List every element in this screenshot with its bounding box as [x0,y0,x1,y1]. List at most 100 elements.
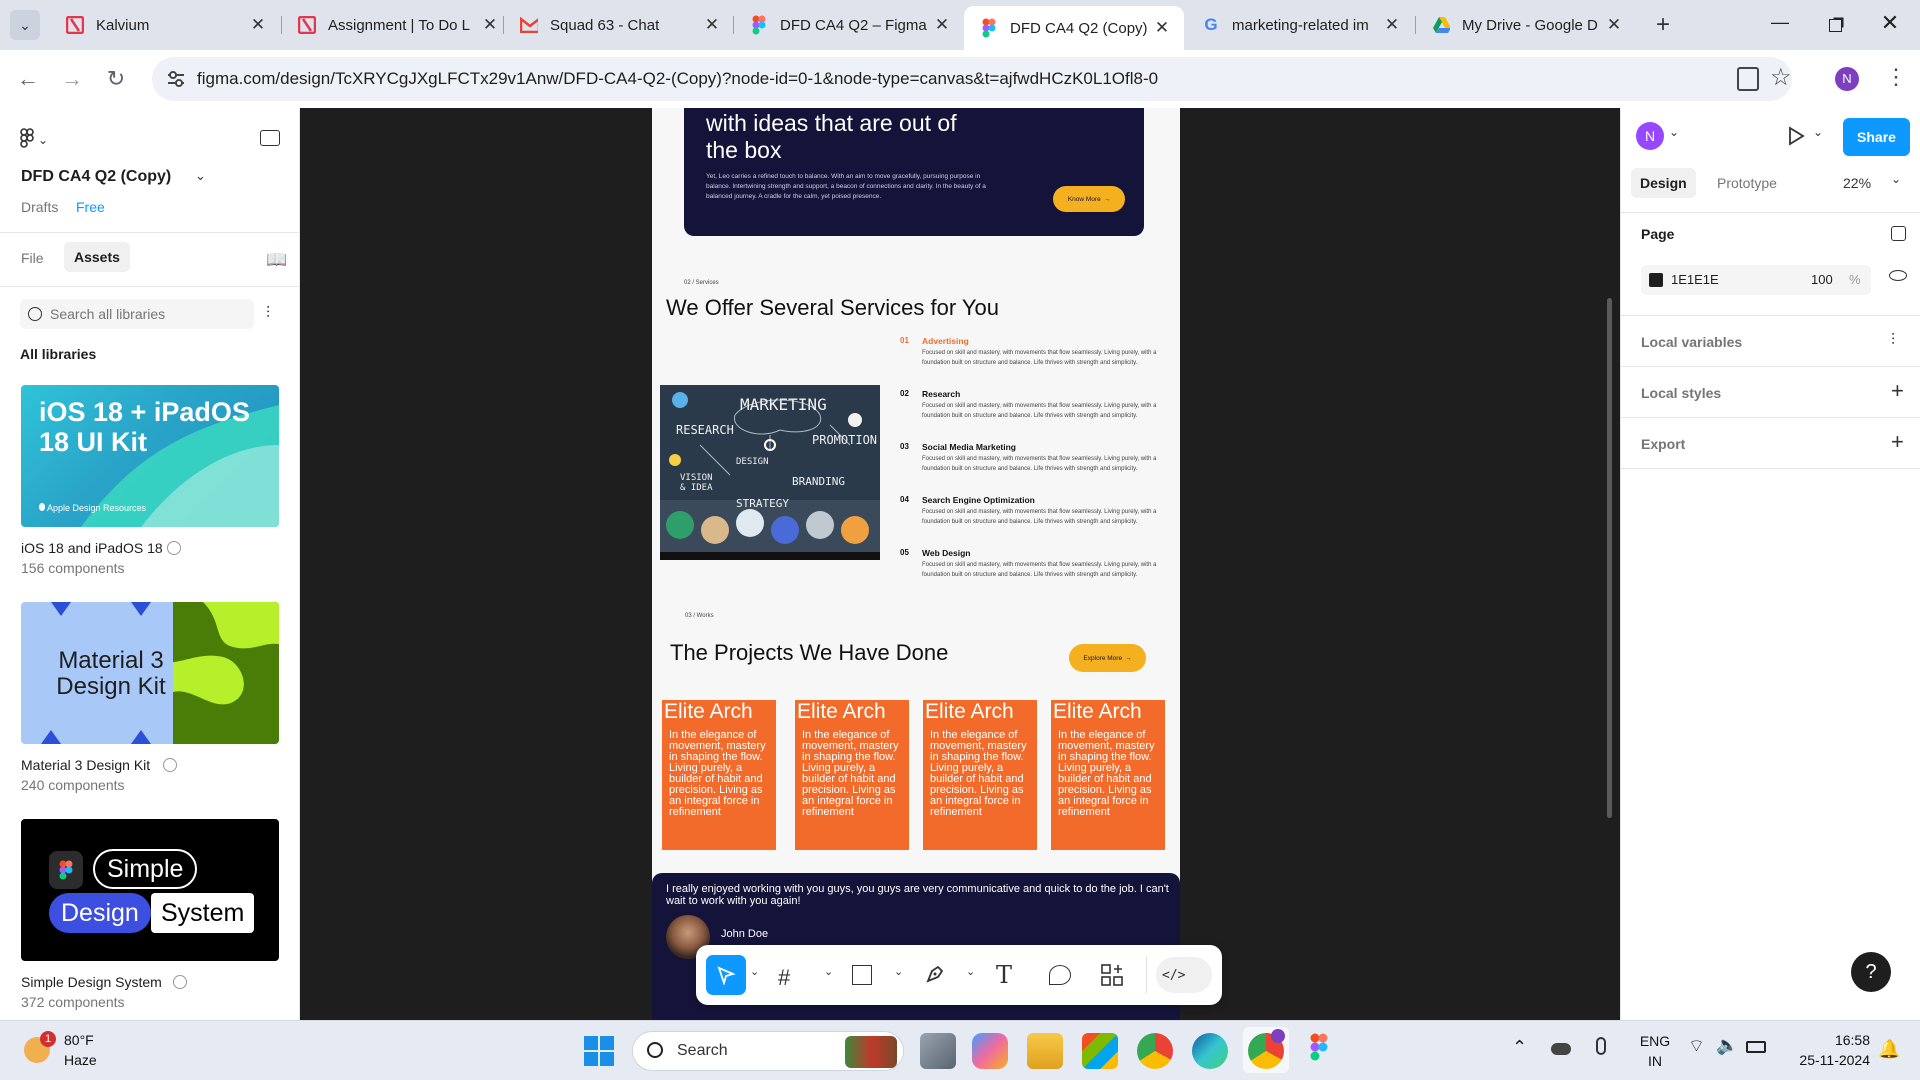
library-book-icon[interactable]: 📖 [266,250,287,270]
actions-tool-button[interactable] [1100,963,1124,992]
share-button[interactable]: Share [1843,118,1910,156]
close-icon[interactable]: ✕ [246,15,270,35]
frame-tool-button[interactable]: # [778,965,790,991]
browser-tab[interactable]: Kalvium ✕ [50,8,280,42]
design-frame[interactable]: with ideas that are out of the box Yet, … [652,108,1180,1020]
close-icon[interactable]: ✕ [1602,15,1626,35]
user-avatar[interactable]: N [1636,122,1664,150]
library-name[interactable]: iOS 18 and iPadOS 18 [21,540,163,556]
onedrive-icon[interactable] [1551,1043,1571,1055]
chrome-icon[interactable] [1137,1033,1173,1069]
export-row[interactable]: Export [1641,436,1685,452]
browser-tab[interactable]: Squad 63 - Chat ✕ [504,8,734,42]
close-window-button[interactable]: ✕ [1870,10,1910,38]
plus-icon[interactable]: + [1891,429,1904,455]
plan-badge[interactable]: Free [76,199,105,215]
figma-taskbar-icon[interactable] [1310,1033,1328,1066]
help-button[interactable]: ? [1851,952,1891,992]
browser-tab-active[interactable]: DFD CA4 Q2 (Copy) - ✕ [964,6,1184,50]
explore-more-button[interactable]: Explore More → [1069,644,1146,672]
edge-icon[interactable] [1192,1033,1228,1069]
know-more-button[interactable]: Know More → [1053,186,1125,212]
tab-search-button[interactable]: ⌄ [10,10,40,40]
file-explorer-icon[interactable] [1027,1033,1063,1069]
tab-assets[interactable]: Assets [64,242,130,272]
forward-button[interactable]: → [56,63,88,95]
weather-widget[interactable]: 1 80°F Haze [20,1029,140,1073]
canvas-scrollbar[interactable] [1607,298,1612,818]
task-view-icon[interactable] [920,1033,956,1069]
browser-menu-icon[interactable]: ⋮ [1885,64,1907,90]
move-tool-button[interactable] [706,955,746,995]
close-icon[interactable]: ✕ [1380,15,1404,35]
dev-mode-toggle[interactable]: </> [1156,957,1212,993]
file-name[interactable]: DFD CA4 Q2 (Copy) [21,168,171,186]
hero-card[interactable]: with ideas that are out of the box Yet, … [684,108,1144,236]
back-button[interactable]: ← [12,63,44,95]
text-tool-button[interactable]: T [996,961,1012,989]
restore-button[interactable] [1815,12,1855,38]
page-color-value[interactable]: 1E1E1E [1671,272,1719,287]
library-search[interactable] [20,299,254,329]
sidebar-toggle-icon[interactable] [260,130,280,146]
library-search-input[interactable] [50,306,240,322]
chevron-down-icon[interactable]: ⌄ [750,965,759,978]
chevron-down-icon[interactable]: ⌄ [1813,125,1823,139]
chrome-active-icon[interactable] [1243,1027,1289,1073]
microphone-icon[interactable] [1596,1037,1606,1055]
clock[interactable]: 16:58 25-11-2024 [1790,1030,1870,1070]
color-swatch[interactable] [1649,273,1663,287]
main-menu-button[interactable]: ⌄ [20,127,60,152]
local-styles-row[interactable]: Local styles [1641,385,1721,401]
copilot-icon[interactable] [972,1033,1008,1069]
visibility-eye-icon[interactable] [1889,270,1907,281]
library-thumbnail-simple[interactable]: Simple Design System [21,819,279,961]
microsoft-store-icon[interactable] [1082,1033,1118,1069]
project-card[interactable]: Elite Arch In the elegance of movement, m… [1051,700,1165,850]
chevron-down-icon[interactable]: ⌄ [894,965,903,978]
plus-icon[interactable]: + [1891,378,1904,404]
browser-tab[interactable]: Assignment | To Do L ✕ [282,8,512,42]
filter-icon[interactable]: ⫶ [266,305,270,323]
bookmark-star-icon[interactable]: ☆ [1770,63,1792,92]
start-button[interactable] [584,1036,614,1066]
file-location[interactable]: Drafts [21,199,58,215]
page-opacity-value[interactable]: 100 [1811,272,1833,287]
address-bar[interactable]: figma.com/design/TcXRYCgJXgLFCTx29v1Anw/… [152,57,1792,101]
variables-icon[interactable]: ⫶ [1891,332,1895,350]
battery-icon[interactable] [1746,1041,1766,1053]
tab-prototype[interactable]: Prototype [1717,168,1777,198]
chevron-down-icon[interactable]: ⌄ [1669,125,1679,139]
library-name[interactable]: Simple Design System [21,974,162,990]
design-canvas[interactable]: with ideas that are out of the box Yet, … [300,108,1620,1020]
page-color-field[interactable]: 1E1E1E 100 % [1641,265,1871,295]
save-to-clipboard-icon[interactable] [1737,67,1759,91]
chevron-down-icon[interactable]: ⌄ [1891,172,1901,186]
zoom-level[interactable]: 22% [1843,175,1871,191]
close-icon[interactable]: ✕ [1150,18,1174,38]
tab-design[interactable]: Design [1631,168,1696,198]
browser-tab[interactable]: My Drive - Google D ✕ [1416,8,1636,42]
library-thumbnail-material[interactable]: Material 3 Design Kit [21,602,279,744]
language-indicator[interactable]: ENG IN [1635,1031,1675,1071]
present-button[interactable] [1787,126,1805,151]
browser-tab[interactable]: DFD CA4 Q2 – Figma ✕ [734,8,964,42]
taskbar-search[interactable]: Search [632,1031,904,1071]
pen-tool-button[interactable] [924,963,946,990]
site-settings-icon[interactable] [166,69,186,89]
tab-file[interactable]: File [21,250,44,266]
chevron-down-icon[interactable]: ⌄ [195,168,206,184]
project-card[interactable]: Elite Arch In the elegance of movement, m… [923,700,1037,850]
wifi-icon[interactable]: ⌔ [1688,1035,1705,1058]
shape-tool-button[interactable] [852,965,872,985]
browser-tab[interactable]: G marketing-related im ✕ [1186,8,1414,42]
notification-bell-icon[interactable]: 🔔 [1878,1039,1900,1060]
local-variables-row[interactable]: Local variables [1641,334,1742,350]
close-icon[interactable]: ✕ [478,15,502,35]
reload-button[interactable]: ↻ [100,63,132,95]
profile-avatar[interactable]: N [1835,67,1859,91]
minimize-button[interactable]: — [1760,12,1800,38]
chevron-down-icon[interactable]: ⌄ [824,965,833,978]
project-card[interactable]: Elite Arch In the elegance of movement, m… [795,700,909,850]
close-icon[interactable]: ✕ [700,15,724,35]
